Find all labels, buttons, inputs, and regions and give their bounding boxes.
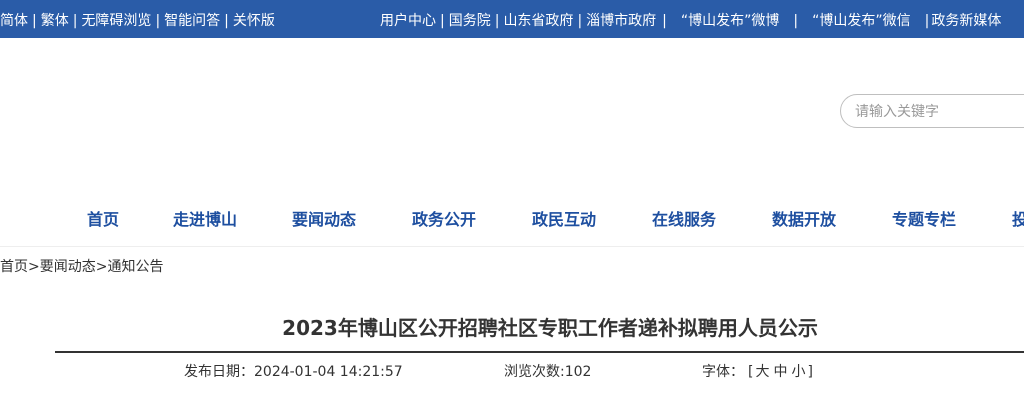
care-version-link[interactable]: 关怀版	[233, 13, 275, 29]
nav-item-gov-affairs[interactable]: 政务公开	[412, 206, 476, 230]
user-center-link[interactable]: 用户中心	[380, 13, 436, 29]
article-title: 2023年博山区公开招聘社区专职工作者递补拟聘用人员公示	[282, 316, 818, 340]
font-size-control: 字体：[大中小]	[702, 361, 813, 381]
font-size-bracket-open: [	[748, 364, 754, 380]
nav-item-about-boshan[interactable]: 走进博山	[173, 206, 237, 230]
nav-item-online-service[interactable]: 在线服务	[652, 206, 716, 230]
separator: |	[440, 13, 445, 29]
publish-date-value: 2024-01-04 14:21:57	[254, 364, 403, 380]
main-nav: 首页 走进博山 要闻动态 政务公开 政民互动 在线服务 数据开放 专题专栏 投	[0, 206, 1024, 234]
nav-item-news[interactable]: 要闻动态	[292, 206, 356, 230]
view-count-value: 102	[564, 364, 592, 380]
nav-item-special-topics[interactable]: 专题专栏	[892, 206, 956, 230]
breadcrumb-separator: >	[95, 259, 108, 275]
view-count-label: 浏览次数:	[504, 364, 565, 380]
breadcrumb-home[interactable]: 首页	[0, 259, 28, 275]
new-media-link[interactable]: 政务新媒体	[931, 13, 1001, 29]
nav-item-open-data[interactable]: 数据开放	[772, 206, 836, 230]
separator: |	[793, 13, 799, 29]
nav-item-home[interactable]: 首页	[87, 206, 119, 230]
nav-item-interaction[interactable]: 政民互动	[532, 206, 596, 230]
top-bar-left-links: 简体 | 繁体 | 无障碍浏览 | 智能问答 | 关怀版	[0, 10, 275, 30]
publish-date: 发布日期：2024-01-04 14:21:57	[184, 361, 403, 381]
font-size-large[interactable]: 大	[755, 364, 769, 380]
separator: |	[924, 13, 930, 29]
breadcrumb-notices[interactable]: 通知公告	[107, 259, 163, 275]
top-utility-bar: 简体 | 繁体 | 无障碍浏览 | 智能问答 | 关怀版 用户中心 | 国务院 | 山东省政府 | 淄博市政…	[0, 0, 1024, 38]
smart-qa-link[interactable]: 智能问答	[164, 13, 220, 29]
top-bar-right-links: 用户中心 | 国务院 | 山东省政府 | 淄博市政府 | “博山发布”微博 | “博山发布”微信 | 政…	[380, 10, 1001, 30]
zibo-gov-link[interactable]: 淄博市政府	[586, 13, 656, 29]
title-divider	[55, 351, 1024, 353]
separator: |	[155, 13, 161, 29]
separator: |	[72, 13, 78, 29]
wechat-link[interactable]: “博山发布”微信	[812, 13, 911, 29]
search-box	[840, 94, 1024, 128]
separator: |	[577, 13, 583, 29]
view-count: 浏览次数:102	[504, 361, 591, 381]
font-size-bracket-close: ]	[807, 364, 813, 380]
separator: |	[224, 13, 229, 29]
separator: |	[32, 13, 37, 29]
font-size-label: 字体：	[702, 364, 744, 380]
accessibility-link[interactable]: 无障碍浏览	[81, 13, 151, 29]
search-input[interactable]	[853, 101, 1024, 123]
traditional-chinese-link[interactable]: 繁体	[41, 13, 69, 29]
weibo-link[interactable]: “博山发布”微博	[681, 13, 780, 29]
breadcrumb-news[interactable]: 要闻动态	[40, 259, 96, 275]
simplified-chinese-link[interactable]: 简体	[0, 13, 28, 29]
font-size-small[interactable]: 小	[791, 364, 805, 380]
page: 简体 | 繁体 | 无障碍浏览 | 智能问答 | 关怀版 用户中心 | 国务院 | 山东省政府 | 淄博市政…	[0, 0, 1024, 400]
nav-divider	[0, 246, 1024, 247]
breadcrumb-separator: >	[28, 259, 40, 275]
separator: |	[662, 13, 667, 29]
breadcrumb: 首页>要闻动态>通知公告	[0, 256, 163, 276]
state-council-link[interactable]: 国务院	[449, 13, 491, 29]
font-size-medium[interactable]: 中	[773, 364, 787, 380]
publish-date-label: 发布日期：	[184, 364, 254, 380]
shandong-gov-link[interactable]: 山东省政府	[503, 13, 573, 29]
separator: |	[494, 13, 500, 29]
nav-item-truncated[interactable]: 投	[1012, 206, 1024, 230]
